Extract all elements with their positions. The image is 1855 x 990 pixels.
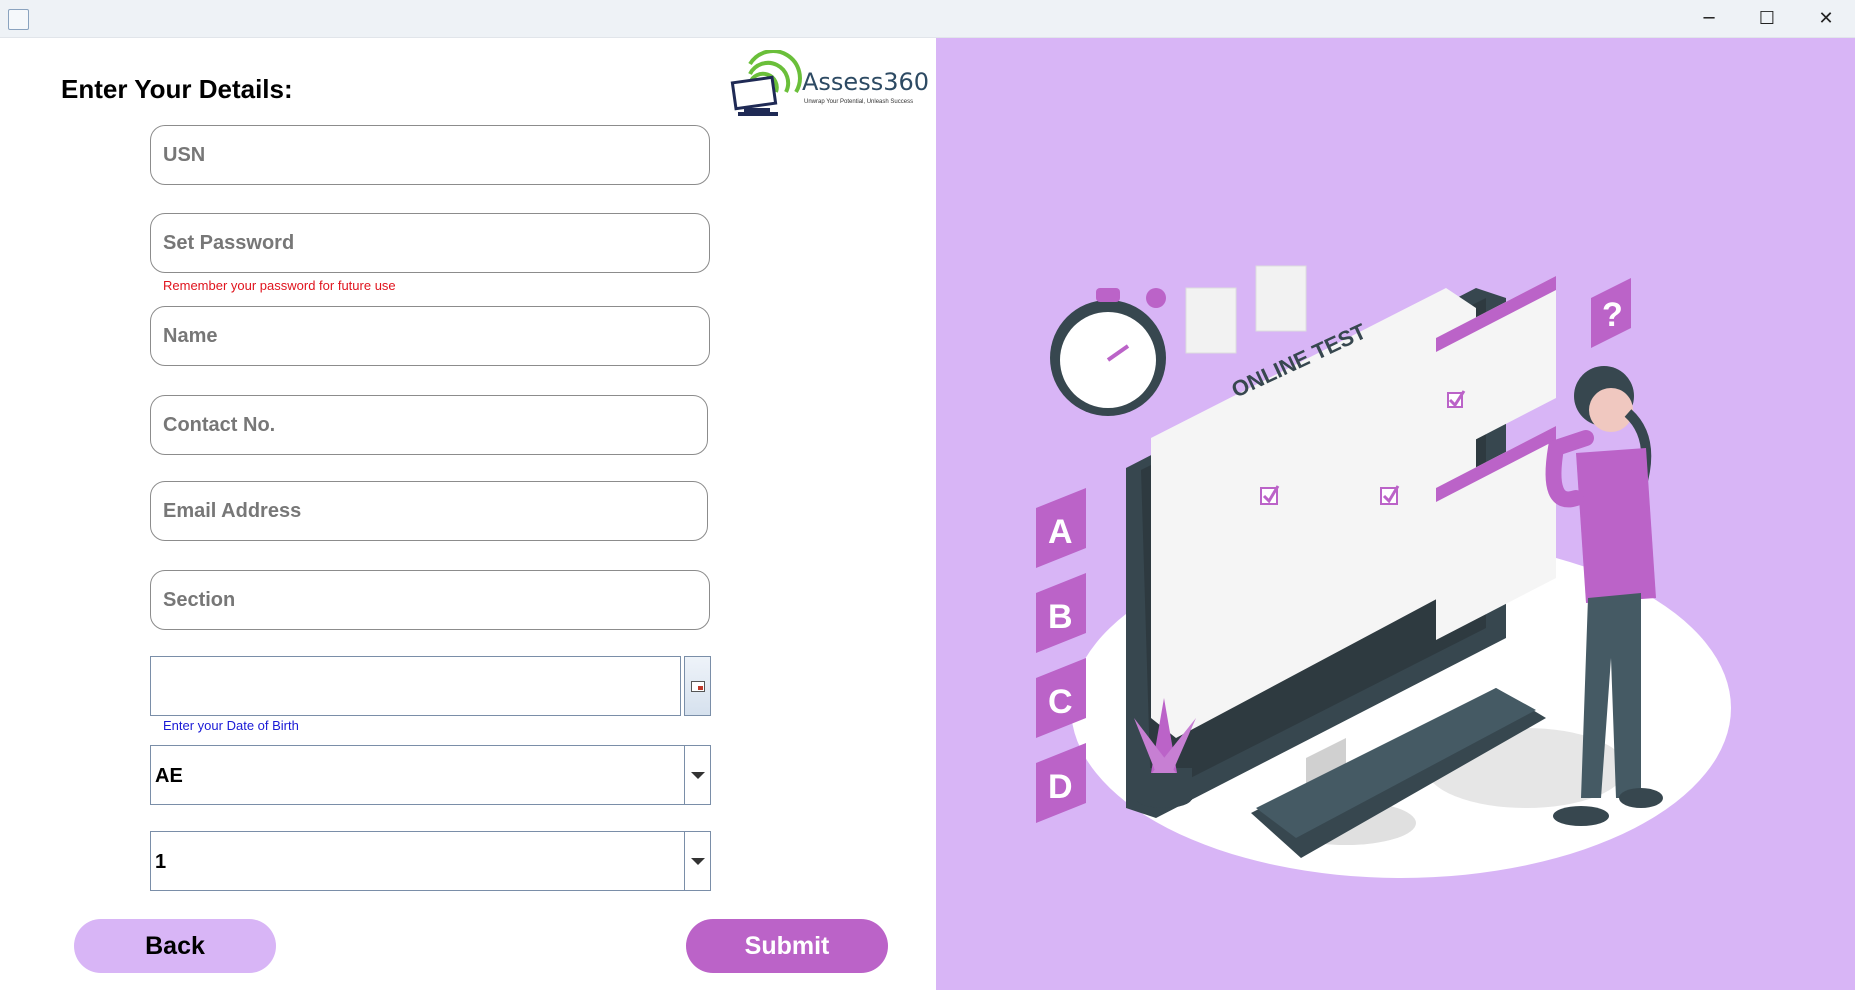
letter-block-a: A [1048, 513, 1073, 551]
date-of-birth-hint: Enter your Date of Birth [163, 718, 299, 733]
title-bar: ─ ☐ ✕ [0, 0, 1855, 38]
branch-select-value: AE [155, 765, 183, 787]
close-button[interactable]: ✕ [1797, 0, 1855, 37]
back-button[interactable]: Back [74, 919, 276, 973]
online-test-illustration: ONLINE TEST ? A B C D [1036, 265, 1731, 878]
semester-select-value: 1 [155, 851, 167, 873]
illustration-panel: ONLINE TEST ? A B C D [936, 38, 1855, 990]
calendar-icon [690, 680, 705, 692]
logo-tagline: Unwrap Your Potential, Unleash Success [804, 99, 914, 105]
chevron-down-icon [690, 857, 705, 865]
branch-select[interactable]: AE [150, 745, 711, 805]
semester-select[interactable]: 1 [150, 831, 711, 891]
maximize-button[interactable]: ☐ [1738, 0, 1796, 37]
submit-button[interactable]: Submit [686, 919, 888, 973]
password-hint: Remember your password for future use [163, 278, 396, 293]
picture-frame [1255, 265, 1307, 332]
date-picker-button[interactable] [684, 656, 711, 716]
chevron-down-icon [690, 771, 705, 779]
letter-block-d: D [1048, 768, 1073, 806]
picture-frame [1185, 287, 1237, 354]
logo-name: Assess360 [802, 68, 930, 96]
name-input[interactable] [150, 306, 710, 366]
java-app-icon [8, 9, 29, 30]
contact-number-input[interactable] [150, 395, 708, 455]
set-password-input[interactable] [150, 213, 710, 273]
form-panel: Enter Your Details: Assess360 Unwrap You… [0, 38, 936, 990]
form-heading: Enter Your Details: [61, 74, 293, 104]
semester-dropdown-button[interactable] [684, 832, 710, 890]
date-of-birth-input[interactable] [150, 656, 681, 716]
question-bubble-icon: ? [1591, 278, 1631, 348]
letter-blocks: A B C D [1036, 488, 1086, 823]
email-address-input[interactable] [150, 481, 708, 541]
letter-block-c: C [1048, 683, 1073, 721]
assess360-logo: Assess360 Unwrap Your Potential, Unleash… [730, 50, 929, 122]
branch-dropdown-button[interactable] [684, 746, 710, 804]
question-mark: ? [1602, 296, 1623, 334]
letter-block-b: B [1048, 598, 1073, 636]
usn-input[interactable] [150, 125, 710, 185]
stopwatch-icon [1050, 288, 1166, 416]
section-input[interactable] [150, 570, 710, 630]
minimize-button[interactable]: ─ [1680, 0, 1738, 37]
